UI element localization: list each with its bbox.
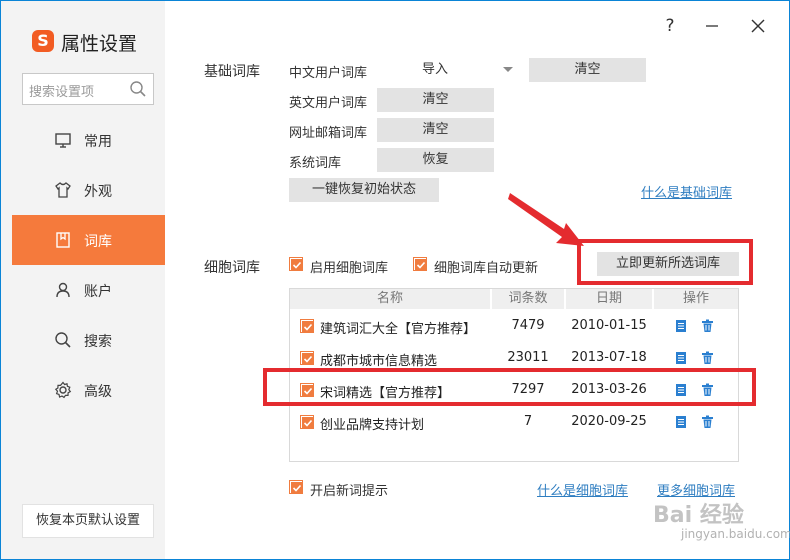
row-count: 23011 — [507, 350, 549, 365]
sidebar-item-common[interactable]: 常用 — [12, 115, 165, 165]
new-word-tip-label: 开启新词提示 — [310, 484, 389, 499]
sidebar-item-search[interactable]: 搜索 — [12, 315, 165, 365]
checkmark-icon — [415, 259, 427, 271]
row-count: 7 — [523, 414, 533, 429]
column-header-date: 日期 — [566, 289, 652, 309]
settings-search-input[interactable]: 搜索设置项 — [22, 73, 154, 105]
document-icon[interactable] — [675, 415, 687, 429]
sidebar-item-label: 常用 — [84, 134, 112, 150]
table-row[interactable]: 建筑词汇大全【官方推荐】 7479 2010-01-15 — [290, 310, 738, 342]
row-checkbox[interactable] — [300, 415, 314, 429]
arrow-annotation-icon — [508, 193, 584, 246]
sidebar-item-advanced[interactable]: 高级 — [12, 365, 165, 415]
trash-icon[interactable] — [701, 319, 714, 333]
auto-update-label: 细胞词库自动更新 — [434, 261, 539, 276]
new-word-tip-checkbox[interactable] — [289, 480, 303, 494]
what-is-cell-dict-link[interactable]: 什么是细胞词库 — [537, 480, 628, 499]
help-button[interactable]: ? — [659, 15, 681, 37]
system-dict-label: 系统词库 — [289, 156, 342, 171]
search-icon — [55, 332, 71, 348]
column-header-actions: 操作 — [654, 289, 738, 309]
row-name: 成都市城市信息精选 — [320, 354, 438, 369]
url-email-dict-label: 网址邮箱词库 — [289, 126, 368, 141]
settings-window: S 属性设置 搜索设置项 常用 外观 词库 账户 搜索 高级 恢复本页默认设置 … — [0, 0, 790, 560]
row-date: 2013-07-18 — [571, 350, 647, 365]
what-is-basic-dict-link[interactable]: 什么是基础词库 — [641, 182, 732, 201]
import-label: 导入 — [421, 62, 448, 77]
chinese-user-dict-label: 中文用户词库 — [289, 66, 368, 81]
basic-dictionary-title: 基础词库 — [204, 64, 260, 80]
monitor-icon — [55, 133, 71, 148]
gear-icon — [54, 381, 72, 399]
row-date: 2020-09-25 — [571, 414, 647, 429]
sidebar-item-label: 账户 — [84, 284, 112, 300]
row-name: 建筑词汇大全【官方推荐】 — [320, 322, 477, 337]
document-icon[interactable] — [675, 351, 687, 365]
sidebar: S 属性设置 搜索设置项 常用 外观 词库 账户 搜索 高级 恢复本页默认设置 — [1, 1, 165, 559]
book-icon — [56, 232, 70, 248]
minimize-icon[interactable] — [701, 15, 723, 37]
sidebar-item-label: 词库 — [84, 234, 112, 250]
clear-english-user-dict-button[interactable]: 清空 — [377, 88, 494, 112]
trash-icon[interactable] — [701, 415, 714, 429]
search-icon[interactable] — [129, 80, 147, 98]
watermark-url: jingyan.baidu.com — [681, 527, 790, 541]
restore-system-dict-button[interactable]: 恢复 — [377, 148, 494, 172]
sidebar-item-label: 搜索 — [84, 334, 112, 350]
checkmark-icon — [291, 259, 303, 271]
restore-all-button[interactable]: 一键恢复初始状态 — [289, 178, 439, 202]
cell-dictionary-title: 细胞词库 — [204, 260, 260, 276]
column-header-count: 词条数 — [492, 289, 564, 309]
chevron-down-icon — [503, 67, 513, 72]
checkmark-icon — [302, 321, 314, 333]
sidebar-item-account[interactable]: 账户 — [12, 265, 165, 315]
search-placeholder: 搜索设置项 — [29, 85, 95, 100]
sidebar-item-label: 高级 — [84, 384, 112, 400]
sidebar-item-appearance[interactable]: 外观 — [12, 165, 165, 215]
highlight-box-update-button — [577, 239, 753, 285]
auto-update-checkbox[interactable] — [413, 257, 427, 271]
app-title: 属性设置 — [61, 33, 138, 55]
row-name: 创业品牌支持计划 — [320, 418, 425, 433]
trash-icon[interactable] — [701, 351, 714, 365]
sogou-logo-icon: S — [32, 30, 54, 52]
row-count: 7479 — [511, 318, 545, 333]
clear-url-email-dict-button[interactable]: 清空 — [377, 118, 494, 142]
table-row[interactable]: 创业品牌支持计划 7 2020-09-25 — [290, 406, 738, 438]
checkmark-icon — [291, 482, 303, 494]
row-date: 2010-01-15 — [571, 318, 647, 333]
highlight-box-selected-row — [263, 368, 756, 406]
sidebar-item-dictionary[interactable]: 词库 — [12, 215, 165, 265]
enable-cell-dict-label: 启用细胞词库 — [310, 261, 389, 276]
user-icon — [56, 282, 70, 298]
document-icon[interactable] — [675, 319, 687, 333]
reset-page-defaults-button[interactable]: 恢复本页默认设置 — [22, 504, 154, 538]
clear-chinese-user-dict-button[interactable]: 清空 — [529, 58, 646, 82]
english-user-dict-label: 英文用户词库 — [289, 96, 368, 111]
close-icon[interactable] — [747, 15, 769, 37]
row-checkbox[interactable] — [300, 319, 314, 333]
enable-cell-dict-checkbox[interactable] — [289, 257, 303, 271]
checkmark-icon — [302, 353, 314, 365]
checkmark-icon — [302, 417, 314, 429]
column-header-name: 名称 — [290, 289, 490, 309]
row-checkbox[interactable] — [300, 351, 314, 365]
sidebar-item-label: 外观 — [84, 184, 112, 200]
shirt-icon — [55, 182, 71, 198]
baidu-watermark: Bai 经验 — [653, 503, 744, 528]
